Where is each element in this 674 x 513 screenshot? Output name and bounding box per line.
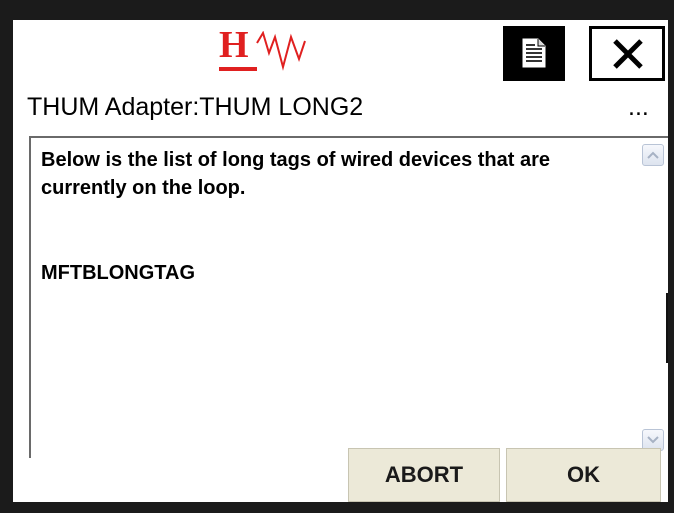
logo-letter: H: [219, 24, 249, 66]
close-button[interactable]: [589, 26, 665, 81]
message-text: Below is the list of long tags of wired …: [41, 149, 550, 199]
vertical-scrollbar[interactable]: [635, 138, 668, 458]
ok-button[interactable]: OK: [506, 448, 661, 502]
chevron-down-icon: [647, 436, 659, 444]
screen: H THUM Adapter:THUM LONG2 ... Below is t…: [13, 20, 668, 502]
title-overflow-ellipsis: ...: [628, 93, 649, 121]
document-icon: [522, 38, 546, 68]
scrollbar-edge: [666, 293, 668, 363]
message-panel: Below is the list of long tags of wired …: [29, 136, 668, 458]
scroll-up-button[interactable]: [642, 144, 664, 166]
logo-underline: [219, 67, 257, 71]
abort-button[interactable]: ABORT: [348, 448, 500, 502]
logo-wave-icon: [256, 31, 306, 71]
page-title: THUM Adapter:THUM LONG2: [27, 93, 364, 121]
document-button[interactable]: [503, 26, 565, 81]
long-tag-item: MFTBLONGTAG: [41, 262, 196, 284]
device-frame: H THUM Adapter:THUM LONG2 ... Below is t…: [0, 0, 674, 513]
hw-logo: H: [219, 25, 309, 73]
close-icon: [613, 39, 643, 69]
chevron-up-icon: [647, 151, 659, 159]
